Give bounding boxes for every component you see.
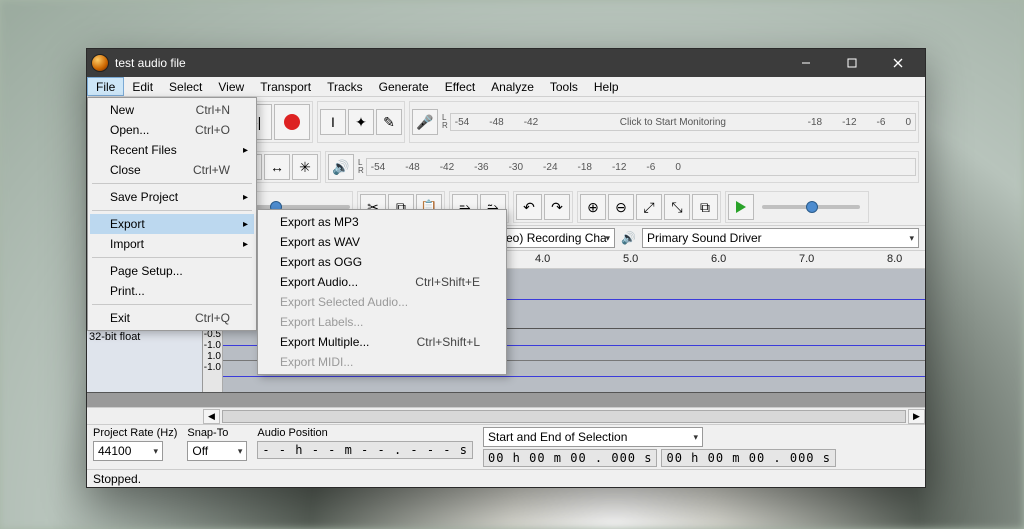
- audio-position-value[interactable]: - - h - - m - - . - - - s: [257, 441, 473, 459]
- titlebar: test audio file: [87, 49, 925, 77]
- fit-selection-icon[interactable]: ⤢: [636, 194, 662, 220]
- redo-icon[interactable]: ↷: [544, 194, 570, 220]
- audio-position-label: Audio Position: [257, 427, 473, 439]
- menubar: File Edit Select View Transport Tracks G…: [87, 77, 925, 97]
- file-menu-item[interactable]: Print...: [90, 281, 254, 301]
- menu-generate[interactable]: Generate: [371, 77, 437, 96]
- playback-meter[interactable]: -54-48-42-36-30-24-18-12-60: [366, 158, 916, 176]
- export-menu-item: Export Selected Audio...: [260, 292, 504, 312]
- file-menu-item[interactable]: Open...Ctrl+O: [90, 120, 254, 140]
- track-format-label: 32-bit float: [89, 331, 200, 343]
- menu-tracks[interactable]: Tracks: [319, 77, 371, 96]
- export-menu-item: Export MIDI...: [260, 352, 504, 372]
- record-button[interactable]: [274, 104, 310, 140]
- zoom-toggle-icon[interactable]: ⧉: [692, 194, 718, 220]
- scroll-right-icon[interactable]: ▶: [908, 409, 925, 424]
- menu-transport[interactable]: Transport: [252, 77, 319, 96]
- menu-file[interactable]: File: [87, 77, 124, 96]
- menu-edit[interactable]: Edit: [124, 77, 161, 96]
- file-menu-dropdown: NewCtrl+NOpen...Ctrl+ORecent FilesCloseC…: [87, 97, 257, 331]
- menu-analyze[interactable]: Analyze: [483, 77, 542, 96]
- track-control-panel[interactable]: 32-bit float: [87, 329, 203, 392]
- recording-meter[interactable]: -54 -48 -42 Click to Start Monitoring -1…: [450, 113, 916, 131]
- selection-end-value[interactable]: 00 h 00 m 00 . 000 s: [661, 449, 836, 467]
- app-window: test audio file File Edit Select View Tr…: [86, 48, 926, 488]
- file-menu-item[interactable]: ExitCtrl+Q: [90, 308, 254, 328]
- track-vscale: -0.5-1.01.0-1.0: [203, 329, 223, 392]
- export-submenu: Export as MP3Export as WAVExport as OGGE…: [257, 209, 507, 375]
- fit-project-icon[interactable]: ⤡: [664, 194, 690, 220]
- draw-tool-icon[interactable]: ✎: [376, 109, 402, 135]
- selection-toolbar: Project Rate (Hz) 44100 Snap-To Off Audi…: [87, 424, 925, 469]
- zoom-in-icon[interactable]: ⊕: [580, 194, 606, 220]
- output-device-combo[interactable]: Primary Sound Driver: [642, 228, 919, 248]
- export-menu-item: Export Labels...: [260, 312, 504, 332]
- project-rate-label: Project Rate (Hz): [93, 427, 177, 439]
- status-text: Stopped.: [93, 472, 141, 486]
- play-at-speed-button[interactable]: [728, 194, 754, 220]
- menu-tools[interactable]: Tools: [542, 77, 586, 96]
- scroll-left-icon[interactable]: ◀: [203, 409, 220, 424]
- undo-icon[interactable]: ↶: [516, 194, 542, 220]
- file-menu-item[interactable]: NewCtrl+N: [90, 100, 254, 120]
- timeshift-tool-icon[interactable]: ↔: [264, 154, 290, 180]
- file-menu-item[interactable]: Export: [90, 214, 254, 234]
- file-menu-item[interactable]: Import: [90, 234, 254, 254]
- mic-icon[interactable]: 🎤: [412, 109, 438, 135]
- file-menu-item[interactable]: CloseCtrl+W: [90, 160, 254, 180]
- menu-effect[interactable]: Effect: [437, 77, 483, 96]
- export-menu-item[interactable]: Export Multiple...Ctrl+Shift+L: [260, 332, 504, 352]
- multi-tool-icon[interactable]: ✳: [292, 154, 318, 180]
- selection-mode-combo[interactable]: Start and End of Selection: [483, 427, 703, 447]
- export-menu-item[interactable]: Export as MP3: [260, 212, 504, 232]
- close-button[interactable]: [875, 49, 921, 77]
- snap-to-label: Snap-To: [187, 427, 247, 439]
- lr-label-play: LR: [358, 159, 364, 175]
- file-menu-item[interactable]: Recent Files: [90, 140, 254, 160]
- window-title: test audio file: [115, 56, 186, 70]
- menu-help[interactable]: Help: [586, 77, 627, 96]
- status-bar: Stopped.: [87, 469, 925, 487]
- speaker-icon[interactable]: 🔊: [328, 154, 354, 180]
- selection-start-value[interactable]: 00 h 00 m 00 . 000 s: [483, 449, 658, 467]
- file-menu-item[interactable]: Save Project: [90, 187, 254, 207]
- app-icon: [91, 54, 109, 72]
- export-menu-item[interactable]: Export as WAV: [260, 232, 504, 252]
- selection-tool-icon[interactable]: I: [320, 109, 346, 135]
- output-icon: 🔊: [621, 231, 636, 245]
- file-menu-item[interactable]: Page Setup...: [90, 261, 254, 281]
- project-rate-combo[interactable]: 44100: [93, 441, 163, 461]
- minimize-button[interactable]: [783, 49, 829, 77]
- maximize-button[interactable]: [829, 49, 875, 77]
- play-speed-slider[interactable]: [762, 205, 860, 209]
- menu-view[interactable]: View: [210, 77, 252, 96]
- envelope-tool-icon[interactable]: ✦: [348, 109, 374, 135]
- horizontal-scrollbar[interactable]: ◀ ▶: [87, 407, 925, 424]
- export-menu-item[interactable]: Export Audio...Ctrl+Shift+E: [260, 272, 504, 292]
- menu-select[interactable]: Select: [161, 77, 210, 96]
- lr-label: LR: [442, 114, 448, 130]
- snap-to-combo[interactable]: Off: [187, 441, 247, 461]
- zoom-out-icon[interactable]: ⊖: [608, 194, 634, 220]
- export-menu-item[interactable]: Export as OGG: [260, 252, 504, 272]
